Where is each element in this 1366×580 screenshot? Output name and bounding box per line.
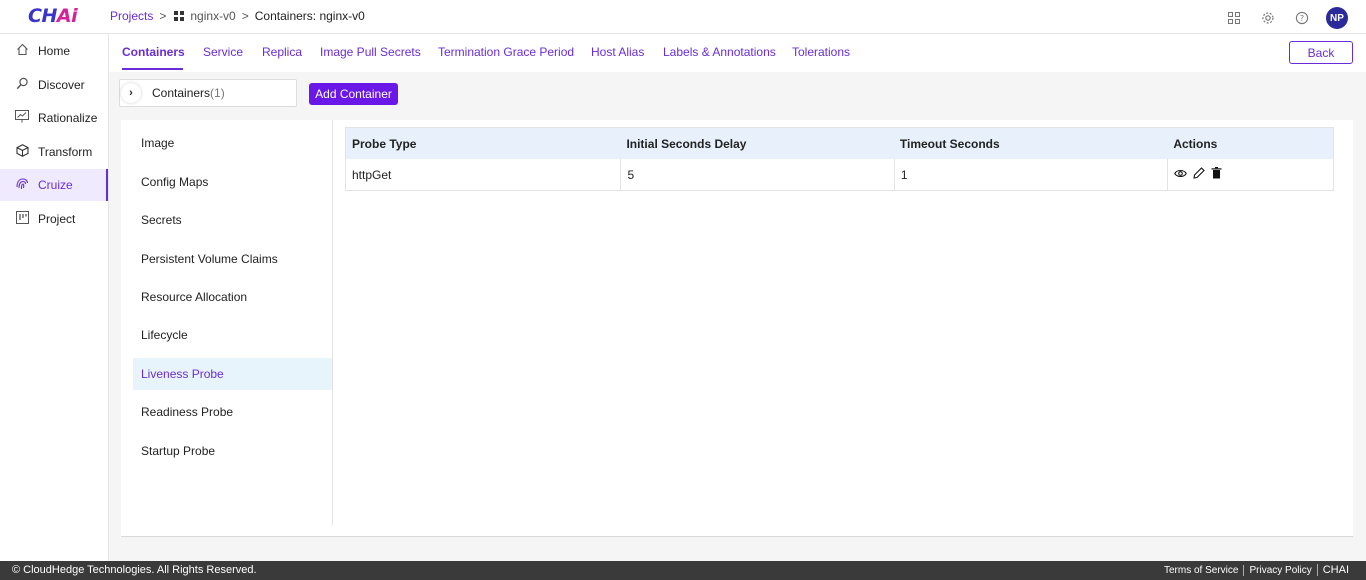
container-panel: Image Config Maps Secrets Persistent Vol… <box>121 120 1353 537</box>
table-row: httpGet 5 1 <box>346 159 1333 190</box>
sidebar-item-rationalize[interactable]: Rationalize <box>0 102 108 134</box>
cell-actions <box>1167 159 1333 190</box>
top-icons: ? NP <box>1210 7 1348 29</box>
breadcrumb-separator: > <box>159 9 167 23</box>
trash-icon[interactable] <box>1211 167 1222 182</box>
breadcrumb-projects[interactable]: Projects <box>110 9 153 23</box>
main-content: Containers Service Replica Image Pull Se… <box>109 34 1366 561</box>
footer: © CloudHedge Technologies. All Rights Re… <box>0 561 1366 580</box>
tab-containers[interactable]: Containers <box>122 45 185 59</box>
column-header-initial-delay[interactable]: Initial Seconds Delay <box>620 128 893 159</box>
menu-item-config-maps[interactable]: Config Maps <box>133 166 332 198</box>
container-selector-label: Containers(1) <box>152 86 225 100</box>
svg-text:?: ? <box>1300 14 1304 23</box>
avatar[interactable]: NP <box>1326 7 1348 29</box>
magnifier-icon <box>14 77 30 93</box>
sidebar-item-label: Project <box>38 212 76 226</box>
column-header-actions: Actions <box>1173 136 1218 151</box>
menu-item-lifecycle[interactable]: Lifecycle <box>133 319 332 351</box>
apps-grid-icon[interactable] <box>1224 8 1244 28</box>
cell-timeout: 1 <box>893 159 1167 190</box>
menu-item-secrets[interactable]: Secrets <box>133 204 332 236</box>
sidebar-item-home[interactable]: Home <box>0 35 108 67</box>
tab-replica[interactable]: Replica <box>262 45 302 59</box>
gear-icon[interactable] <box>1258 8 1278 28</box>
table-header: Probe Type Initial Seconds Delay Timeout… <box>346 128 1333 159</box>
sidebar-item-label: Transform <box>38 145 93 159</box>
tab-bar: Containers Service Replica Image Pull Se… <box>109 34 1366 72</box>
menu-item-resource-allocation[interactable]: Resource Allocation <box>133 281 332 313</box>
breadcrumb-separator: > <box>241 9 249 23</box>
menu-item-liveness-probe[interactable]: Liveness Probe <box>133 358 332 390</box>
sidebar-item-label: Rationalize <box>38 111 98 125</box>
footer-brand: CHAI <box>1316 564 1354 576</box>
cell-initial-delay: 5 <box>620 159 893 190</box>
logo-main: CH <box>28 5 57 27</box>
sidebar-item-label: Home <box>38 44 71 58</box>
pencil-icon[interactable] <box>1193 167 1206 182</box>
active-tab-indicator <box>122 68 183 70</box>
probe-table: Probe Type Initial Seconds Delay Timeout… <box>345 127 1334 191</box>
footer-links: Terms of Service Privacy Policy CHAI <box>1159 564 1354 576</box>
tab-tolerations[interactable]: Tolerations <box>792 45 850 59</box>
chevron-right-icon[interactable]: › <box>121 83 141 103</box>
sidebar-item-label: Cruize <box>38 178 73 192</box>
sidebar-item-discover[interactable]: Discover <box>0 69 108 101</box>
privacy-link[interactable]: Privacy Policy <box>1243 564 1316 576</box>
container-count: (1) <box>210 86 225 100</box>
back-button[interactable]: Back <box>1289 41 1353 64</box>
menu-item-readiness-probe[interactable]: Readiness Probe <box>133 396 332 428</box>
menu-item-persistent-volume-claims[interactable]: Persistent Volume Claims <box>133 243 332 275</box>
cube-icon <box>14 144 30 160</box>
cell-probe-type: httpGet <box>352 167 392 182</box>
sidebar-item-cruize[interactable]: Cruize <box>0 169 108 201</box>
chart-icon <box>14 110 30 126</box>
top-bar: CHAi Projects > nginx-v0 > Containers: n… <box>0 0 1366 34</box>
sidebar-item-label: Discover <box>38 78 85 92</box>
grid-icon[interactable] <box>174 11 185 21</box>
tab-service[interactable]: Service <box>203 45 243 59</box>
board-icon <box>14 211 30 227</box>
sidebar-item-transform[interactable]: Transform <box>0 136 108 168</box>
fingerprint-icon <box>14 177 30 193</box>
tab-termination-grace-period[interactable]: Termination Grace Period <box>438 45 574 59</box>
breadcrumb-project[interactable]: nginx-v0 <box>190 9 235 23</box>
sidebar: Home Discover Rationalize Transform Crui… <box>0 34 109 561</box>
add-container-button[interactable]: Add Container <box>309 83 398 105</box>
container-label: Containers <box>152 86 211 100</box>
tab-labels-annotations[interactable]: Labels & Annotations <box>663 45 776 59</box>
home-icon <box>14 43 30 59</box>
menu-item-image[interactable]: Image <box>133 127 332 159</box>
tab-host-alias[interactable]: Host Alias <box>591 45 644 59</box>
container-settings-menu: Image Config Maps Secrets Persistent Vol… <box>121 120 333 525</box>
breadcrumb-current: Containers: nginx-v0 <box>254 9 365 23</box>
logo-accent: Ai <box>56 5 78 27</box>
help-icon[interactable]: ? <box>1292 8 1312 28</box>
column-header-timeout[interactable]: Timeout Seconds <box>894 128 1167 159</box>
container-selector[interactable]: › Containers(1) <box>119 79 297 107</box>
tab-image-pull-secrets[interactable]: Image Pull Secrets <box>320 45 421 59</box>
terms-link[interactable]: Terms of Service <box>1159 565 1243 576</box>
copyright-text: © CloudHedge Technologies. All Rights Re… <box>12 564 257 576</box>
eye-icon[interactable] <box>1174 168 1188 182</box>
column-header-probe-type[interactable]: Probe Type <box>346 128 620 159</box>
menu-item-startup-probe[interactable]: Startup Probe <box>133 435 332 467</box>
breadcrumb: Projects > nginx-v0 > Containers: nginx-… <box>110 9 365 23</box>
sidebar-item-project[interactable]: Project <box>0 203 108 235</box>
chai-logo[interactable]: CHAi <box>28 5 78 27</box>
